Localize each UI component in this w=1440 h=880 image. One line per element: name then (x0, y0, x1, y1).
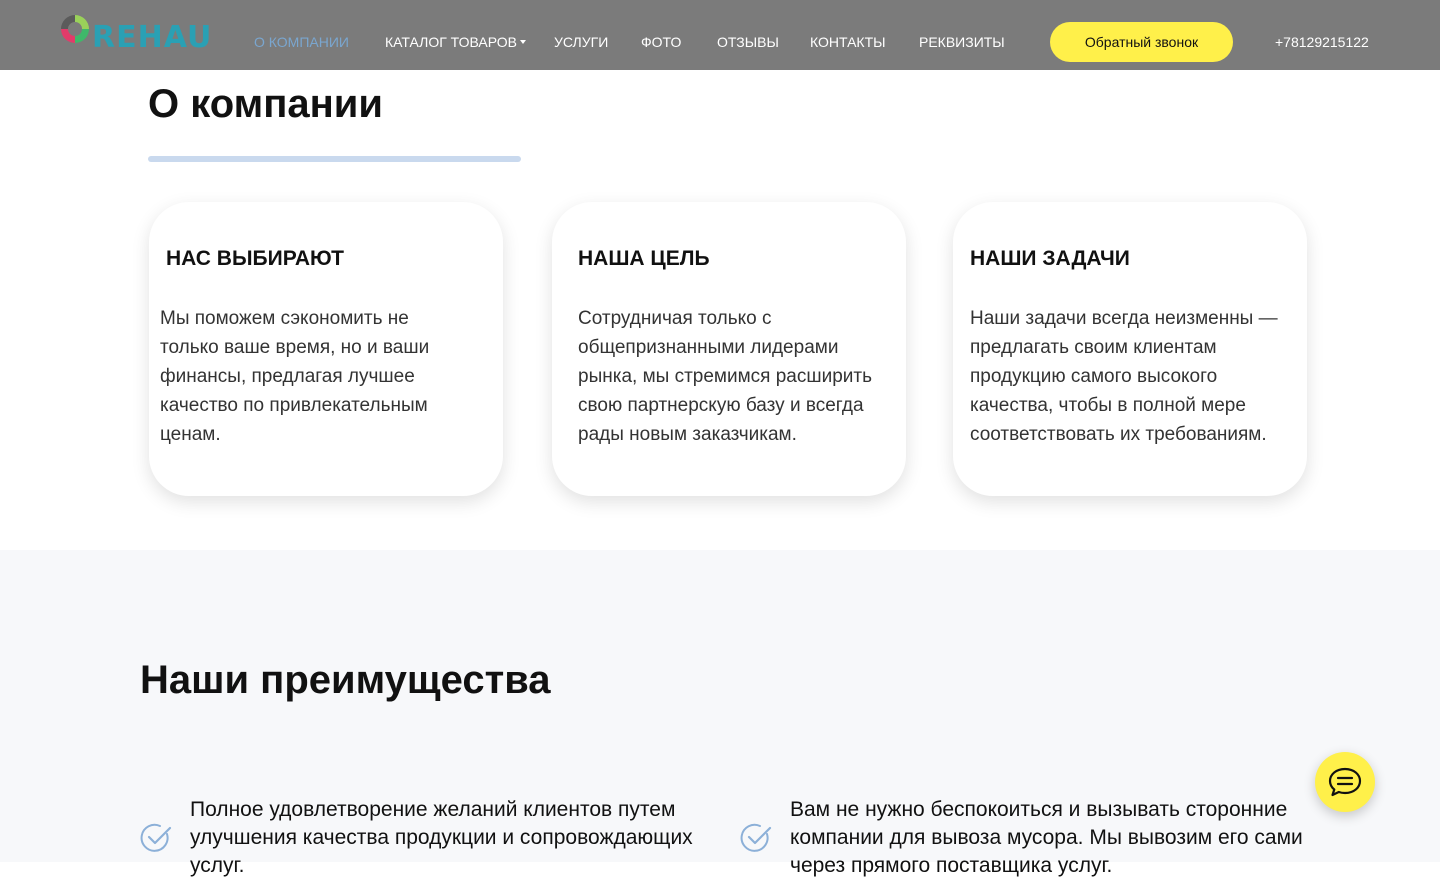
card-text: Мы поможем сэкономить не только ваше вре… (160, 308, 430, 445)
check-circle-icon (140, 823, 172, 852)
nav-item-contacts[interactable]: КОНТАКТЫ (810, 33, 886, 51)
chat-button[interactable] (1315, 752, 1375, 812)
title-underline (148, 156, 521, 162)
advantage-text: Вам не нужно беспокоиться и вызывать сто… (790, 798, 1303, 877)
advantages-title: Наши преимущества (140, 658, 551, 702)
logo[interactable]: REHAU (58, 12, 211, 56)
card-text: Наши задачи всегда неизменны — предлагат… (970, 308, 1278, 445)
nav-item-photo[interactable]: ФОТО (641, 33, 681, 51)
card-title: НАС ВЫБИРАЮТ (166, 247, 345, 270)
chat-icon (1328, 767, 1362, 797)
info-card: НАША ЦЕЛЬ Сотрудничая только с общепризн… (552, 202, 906, 496)
about-title: О компании (148, 82, 383, 126)
check-circle-icon (740, 823, 772, 852)
nav-item-reviews[interactable]: ОТЗЫВЫ (717, 33, 779, 51)
logo-mark-icon (61, 15, 89, 43)
card-title: НАШИ ЗАДАЧИ (970, 247, 1130, 270)
info-card: НАС ВЫБИРАЮТ Мы поможем сэкономить не то… (149, 202, 503, 496)
card-title: НАША ЦЕЛЬ (578, 247, 710, 270)
nav-item-about[interactable]: О КОМПАНИИ (254, 33, 349, 51)
card-text: Сотрудничая только с общепризнанными лид… (578, 308, 872, 445)
info-card: НАШИ ЗАДАЧИ Наши задачи всегда неизменны… (953, 202, 1307, 496)
site-header: REHAU О КОМПАНИИ КАТАЛОГ ТОВАРОВ УСЛУГИ … (0, 0, 1440, 70)
callback-button[interactable]: Обратный звонок (1050, 22, 1233, 62)
nav-item-services[interactable]: УСЛУГИ (554, 33, 608, 51)
nav-item-requisites[interactable]: РЕКВИЗИТЫ (919, 33, 1005, 51)
phone-link[interactable]: +78129215122 (1275, 33, 1369, 51)
nav-item-catalog[interactable]: КАТАЛОГ ТОВАРОВ (385, 33, 517, 51)
logo-text: REHAU (92, 20, 213, 55)
advantage-text: Полное удовлетворение желаний клиентов п… (190, 798, 693, 877)
chevron-down-icon[interactable] (520, 40, 526, 44)
advantages-section: Наши преимущества Полное удовлетворение … (0, 550, 1440, 877)
